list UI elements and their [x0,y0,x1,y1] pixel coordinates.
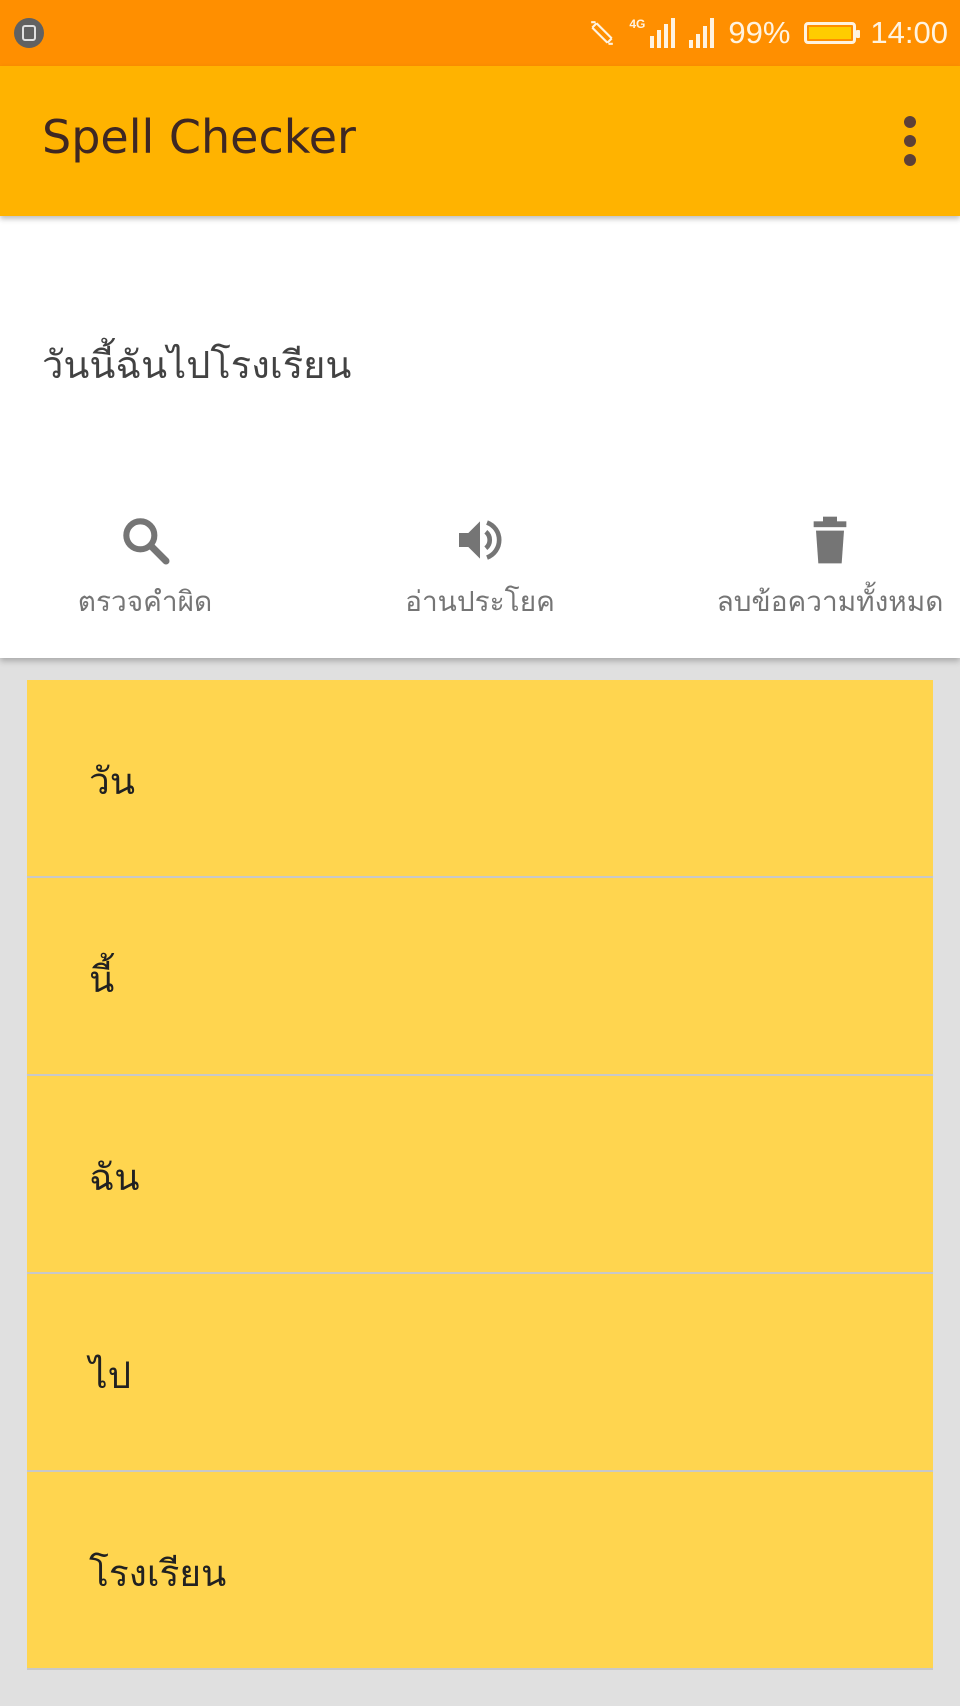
word-text: ฉัน [89,1156,140,1199]
clock: 14:00 [870,15,948,50]
status-bar: 4G 99% 14:00 [0,0,960,66]
read-sentence-label: อ่านประโยค [405,585,555,618]
word-text: วัน [89,760,136,803]
read-sentence-button[interactable]: อ่านประโยค [398,512,562,632]
clear-all-label: ลบข้อความทั้งหมด [716,585,944,618]
volume-icon [459,520,502,560]
notification-icon [14,18,44,48]
list-item[interactable]: นี้ [27,878,933,1076]
list-item[interactable]: ฉัน [27,1076,933,1274]
auto-rotate-icon [591,21,614,45]
input-card: วันนี้ฉันไปโรงเรียน ตรวจคำผิด อ่านประโยค… [0,216,960,658]
clear-all-button[interactable]: ลบข้อความทั้งหมด [715,512,945,632]
list-item[interactable]: วัน [27,680,933,878]
list-item[interactable]: ไป [27,1274,933,1472]
word-text: นี้ [89,958,115,1001]
battery-icon [804,22,861,44]
more-options-icon[interactable] [900,116,920,166]
signal-4g-icon: 4G [629,18,676,48]
app-bar: Spell Checker [0,66,960,216]
status-indicators: 4G 99% 14:00 [589,0,948,66]
check-spelling-label: ตรวจคำผิด [77,585,213,618]
app-title: Spell Checker [42,110,356,164]
word-list: วัน นี้ ฉัน ไป โรงเรียน [27,680,933,1670]
list-item[interactable]: โรงเรียน [27,1472,933,1670]
word-text: โรงเรียน [89,1552,227,1595]
battery-percent: 99% [728,15,791,50]
signal-icon [689,18,715,48]
search-icon [123,518,170,565]
delete-icon [813,516,847,564]
sentence-input[interactable]: วันนี้ฉันไปโรงเรียน [42,334,351,395]
word-text: ไป [89,1354,132,1397]
check-spelling-button[interactable]: ตรวจคำผิด [65,512,225,632]
